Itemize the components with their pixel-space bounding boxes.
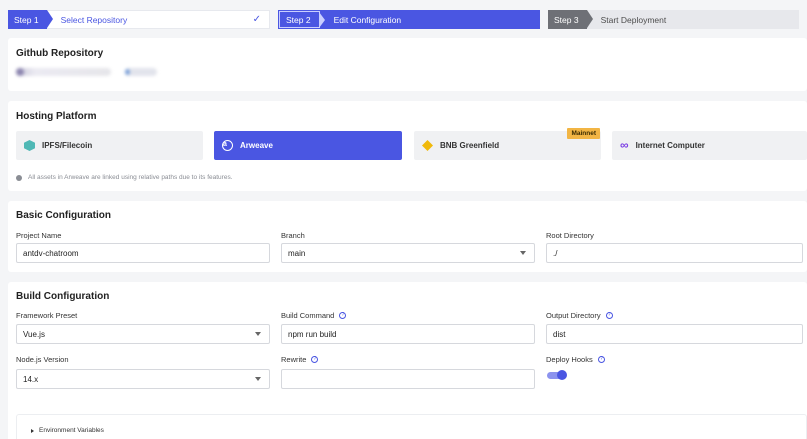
repo-owner-avatar (16, 68, 24, 76)
help-icon[interactable]: ? (597, 356, 605, 363)
environment-variables-label: Environment Variables (39, 427, 104, 434)
mainnet-badge: Mainnet (567, 128, 600, 139)
deploy-hooks-label: Deploy Hooks ? (546, 355, 605, 364)
deploy-hooks-toggle[interactable] (547, 370, 567, 380)
toggle-knob (557, 370, 567, 380)
step-number: Step 3 (548, 10, 593, 29)
deploy-page: Step 1 Select Repository ✓ Step 2 Edit C… (0, 0, 807, 439)
environment-variables-header[interactable]: Environment Variables (31, 427, 104, 434)
section-title: Basic Configuration (16, 210, 112, 221)
branch-icon (125, 69, 130, 75)
step-label: Select Repository (60, 14, 128, 25)
repository-name-blurred[interactable] (16, 68, 111, 76)
step-edit-configuration[interactable]: Step 2 Edit Configuration (278, 10, 540, 29)
platform-label: Arweave (240, 141, 273, 150)
chevron-down-icon (255, 332, 261, 336)
basic-configuration-section: Basic Configuration Project Name antdv-c… (8, 201, 807, 272)
step-label: Start Deployment (600, 14, 667, 25)
section-title: Build Configuration (16, 291, 110, 302)
bnb-greenfield-icon (422, 140, 433, 151)
step-number: Step 1 (8, 10, 53, 29)
branch-value: main (288, 248, 306, 258)
nodejs-version-select[interactable]: 14.x (16, 369, 270, 389)
deploy-hooks-label-text: Deploy Hooks (546, 355, 593, 364)
output-directory-label: Output Directory ? (546, 311, 613, 320)
repository-branch-blurred (125, 68, 157, 76)
project-name-input[interactable]: antdv-chatroom (16, 243, 270, 263)
help-icon[interactable]: ? (605, 312, 613, 319)
internet-computer-icon: ∞ (620, 138, 629, 152)
caret-right-icon (31, 428, 34, 433)
chevron-down-icon (255, 377, 261, 381)
platform-internet-computer[interactable]: ∞ Internet Computer (612, 131, 807, 160)
nodejs-version-label: Node.js Version (16, 355, 69, 364)
environment-variables-panel[interactable]: Environment Variables (16, 414, 807, 439)
branch-select[interactable]: main (281, 243, 535, 263)
chevron-down-icon (520, 251, 526, 255)
info-icon (16, 174, 22, 181)
step-start-deployment[interactable]: Step 3 Start Deployment (548, 10, 799, 29)
section-title: Hosting Platform (16, 111, 97, 122)
stepper: Step 1 Select Repository ✓ Step 2 Edit C… (8, 10, 799, 29)
platform-label: Internet Computer (635, 141, 705, 150)
ipfs-filecoin-icon (24, 140, 35, 151)
framework-preset-label: Framework Preset (16, 311, 78, 320)
hosting-platform-section: Hosting Platform IPFS/Filecoin a Arweave… (8, 101, 807, 191)
framework-preset-select[interactable]: Vue.js (16, 324, 270, 344)
hosting-note: All assets in Arweave are linked using r… (16, 174, 233, 181)
help-icon[interactable]: ? (311, 356, 319, 363)
platform-arweave[interactable]: a Arweave (214, 131, 402, 160)
root-directory-input[interactable]: ./ (546, 243, 803, 263)
platform-ipfs-filecoin[interactable]: IPFS/Filecoin (16, 131, 203, 160)
section-title: Github Repository (16, 48, 104, 59)
step-select-repository[interactable]: Step 1 Select Repository ✓ (8, 10, 270, 29)
rewrite-input[interactable] (281, 369, 535, 389)
output-directory-input[interactable]: dist (546, 324, 803, 344)
project-name-label: Project Name (16, 231, 62, 240)
output-directory-label-text: Output Directory (546, 311, 601, 320)
step-number: Step 2 (279, 11, 325, 28)
rewrite-label-text: Rewrite (281, 355, 307, 364)
note-text: All assets in Arweave are linked using r… (28, 174, 233, 181)
step-label: Edit Configuration (333, 14, 402, 25)
nodejs-version-value: 14.x (23, 374, 39, 384)
help-icon[interactable]: ? (339, 312, 347, 319)
build-command-input[interactable]: npm run build (281, 324, 535, 344)
build-command-label-text: Build Command (281, 311, 335, 320)
build-configuration-section: Build Configuration Framework Preset Vue… (8, 282, 807, 439)
check-icon: ✓ (252, 14, 261, 25)
platform-bnb-greenfield[interactable]: BNB Greenfield Mainnet (414, 128, 601, 160)
platform-options: IPFS/Filecoin a Arweave BNB Greenfield M… (16, 128, 807, 160)
platform-label: BNB Greenfield (440, 141, 500, 150)
platform-label: IPFS/Filecoin (42, 141, 93, 150)
root-directory-label: Root Directory (546, 231, 594, 240)
branch-label: Branch (281, 231, 305, 240)
rewrite-label: Rewrite ? (281, 355, 319, 364)
framework-value: Vue.js (23, 329, 45, 339)
build-command-label: Build Command ? (281, 311, 347, 320)
github-repository-section: Github Repository (8, 38, 807, 91)
arweave-icon: a (222, 140, 233, 151)
